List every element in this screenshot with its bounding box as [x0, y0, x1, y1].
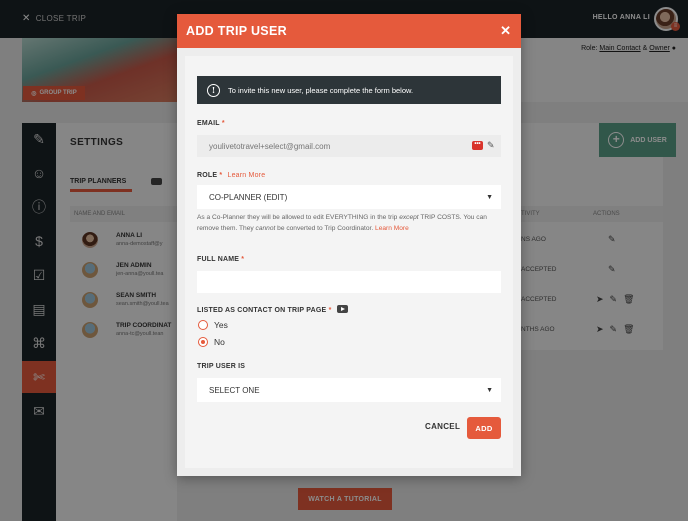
full-name-input[interactable] — [197, 271, 501, 293]
radio-yes[interactable]: Yes — [198, 320, 228, 330]
radio-no-circle[interactable] — [198, 337, 208, 347]
caret-down-icon: ▼ — [486, 386, 493, 394]
email-input[interactable] — [197, 135, 501, 157]
learn-more-link[interactable]: Learn More — [228, 172, 266, 179]
modal-body: ! To invite this new user, please comple… — [185, 56, 513, 468]
role-select-value: CO-PLANNER (EDIT) — [209, 192, 288, 202]
info-notice: ! To invite this new user, please comple… — [197, 76, 501, 104]
add-button[interactable]: ADD — [467, 417, 501, 439]
modal-close-icon[interactable]: ✕ — [500, 23, 511, 39]
password-manager-icon[interactable]: ••• — [472, 141, 483, 150]
radio-yes-circle[interactable] — [198, 320, 208, 330]
modal-title: ADD TRIP USER — [186, 24, 287, 38]
trip-user-select[interactable]: SELECT ONE ▼ — [197, 378, 501, 402]
add-trip-user-modal: ADD TRIP USER ✕ ! To invite this new use… — [177, 14, 521, 476]
pencil-icon[interactable]: ✎ — [487, 140, 495, 151]
video-icon[interactable] — [336, 305, 348, 313]
caret-down-icon: ▼ — [486, 193, 493, 201]
cancel-button[interactable]: CANCEL — [425, 422, 460, 431]
role-select[interactable]: CO-PLANNER (EDIT) ▼ — [197, 185, 501, 209]
modal-header: ADD TRIP USER ✕ — [177, 14, 521, 48]
role-description: As a Co-Planner they will be allowed to … — [197, 214, 487, 232]
learn-more-link-2[interactable]: Learn More — [375, 225, 409, 232]
trip-user-select-value: SELECT ONE — [209, 385, 260, 395]
info-icon: ! — [207, 83, 220, 97]
radio-no[interactable]: No — [198, 337, 225, 347]
trip-user-label: TRIP USER IS — [197, 363, 246, 370]
notice-text: To invite this new user, please complete… — [228, 85, 414, 95]
role-label: ROLE * Learn More — [197, 172, 266, 179]
full-name-label: FULL NAME * — [197, 256, 245, 263]
email-label: EMAIL * — [197, 120, 225, 127]
email-field-icons: ••• ✎ — [472, 140, 495, 151]
contact-label: LISTED AS CONTACT ON TRIP PAGE * — [197, 305, 348, 314]
